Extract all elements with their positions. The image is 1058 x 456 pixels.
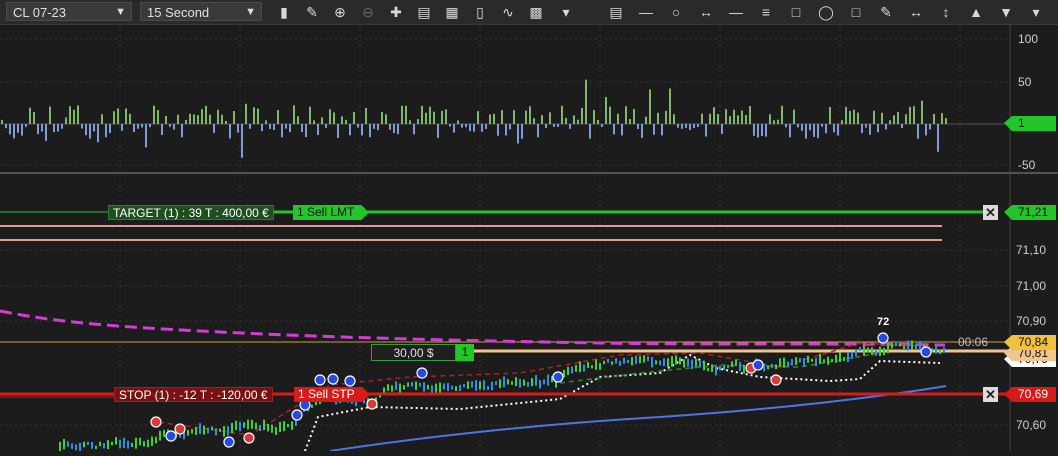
buy-signal-marker	[552, 371, 564, 383]
buy-signal-marker	[314, 374, 326, 386]
indicator-value: 1	[1018, 116, 1025, 130]
buy-signal-marker	[327, 373, 339, 385]
sell-signal-marker	[174, 423, 186, 435]
instrument-label: CL 07-23	[13, 5, 66, 20]
indicator-value-marker	[1004, 116, 1056, 131]
close-stop-order-button[interactable]: ✕	[983, 387, 998, 402]
text-lines-icon[interactable]: ≡	[756, 3, 776, 21]
buy-signal-marker	[416, 367, 428, 379]
ruler-icon[interactable]: ▤	[606, 3, 626, 21]
swing-label: 72	[877, 316, 889, 328]
indicator-tick: 50	[1018, 75, 1032, 89]
circle-icon[interactable]: ○	[666, 3, 686, 21]
strategies-icon[interactable]: ▩	[526, 3, 546, 21]
buy-signal-marker	[752, 359, 764, 371]
sell-signal-marker	[770, 374, 782, 386]
buy-signal-marker	[877, 332, 889, 344]
price-tick: 71,00	[1016, 279, 1046, 293]
line-arrows-icon[interactable]: ↔	[906, 3, 926, 21]
vertical-arrows-icon[interactable]: ↕	[936, 3, 956, 21]
stop-price: 70,69	[1018, 387, 1048, 401]
position-pnl[interactable]: 30,00 $	[371, 344, 456, 361]
candles-icon[interactable]: ▮	[274, 3, 294, 21]
rectangle-icon[interactable]: □	[786, 3, 806, 21]
stop-order-button[interactable]: 1 Sell STP	[294, 387, 370, 402]
arrow-line-icon[interactable]: ↔	[696, 3, 716, 21]
buy-signal-marker	[291, 409, 303, 421]
triangle-up-icon[interactable]: ▲	[966, 3, 986, 21]
bar-chart-icon[interactable]: ▯	[470, 3, 490, 21]
price-tick: 71,10	[1016, 243, 1046, 257]
delta-volume-bars	[1, 79, 947, 158]
price-tick: 70,90	[1016, 314, 1046, 328]
data-box-icon[interactable]: ▤	[414, 3, 434, 21]
interval-selector[interactable]: 15 Second ▼	[140, 2, 262, 21]
more-icon[interactable]: ▾	[556, 3, 576, 21]
pencil-icon[interactable]: ✎	[302, 3, 322, 21]
stop-label[interactable]: STOP (1) : -12 T : -120,00 €	[114, 387, 273, 402]
marker-icon[interactable]: ✎	[876, 3, 896, 21]
instrument-selector[interactable]: CL 07-23 ▼	[6, 2, 132, 21]
triangle-down-icon[interactable]: ▼	[996, 3, 1016, 21]
chevron-down-icon: ▼	[115, 6, 126, 18]
target-label[interactable]: TARGET (1) : 39 T : 400,00 €	[108, 205, 274, 220]
rectangle-alt-icon[interactable]: □	[846, 3, 866, 21]
price-tick: 70,60	[1016, 418, 1046, 432]
sell-signal-marker	[366, 398, 378, 410]
bar-countdown: 00:06	[958, 335, 988, 349]
ellipse-icon[interactable]: ◯	[816, 3, 836, 21]
last-price: 70,84	[1018, 335, 1048, 349]
chevron-down-icon: ▼	[245, 6, 256, 18]
indicator-tick: -50	[1018, 158, 1036, 172]
buy-signal-marker	[344, 375, 356, 387]
buy-signal-marker	[165, 430, 177, 442]
more-icon[interactable]: ▾	[1026, 3, 1046, 21]
zoom-out-icon[interactable]: ⊖	[358, 3, 378, 21]
position-quantity[interactable]: 1	[456, 344, 474, 361]
interval-label: 15 Second	[147, 5, 210, 20]
chart-toolbar: CL 07-23 ▼ 15 Second ▼ ▮ ✎ ⊕ ⊖ ✚ ▤ ▦ ▯ ∿…	[0, 0, 1058, 25]
target-price: 71,21	[1018, 205, 1048, 219]
magenta-moving-average	[0, 309, 946, 347]
target-order-button[interactable]: 1 Sell LMT	[293, 205, 369, 220]
sell-signal-marker	[243, 432, 255, 444]
indicators-icon[interactable]: ∿	[498, 3, 518, 21]
chart-area[interactable]: 100 50 -50 1 72 71,10 71,00 70,90 70,60 …	[0, 25, 1058, 454]
close-target-order-button[interactable]: ✕	[983, 205, 998, 220]
sell-signal-marker	[150, 416, 162, 428]
crosshair-icon[interactable]: ✚	[386, 3, 406, 21]
indicator-tick: 100	[1018, 32, 1038, 46]
chart-style-icon[interactable]: ▦	[442, 3, 462, 21]
horizontal-line-icon[interactable]: —	[726, 3, 746, 21]
line-icon[interactable]: —	[636, 3, 656, 21]
zoom-in-icon[interactable]: ⊕	[330, 3, 350, 21]
trailing-stop-line	[304, 353, 941, 452]
blue-moving-average	[329, 385, 947, 452]
buy-signal-marker	[223, 436, 235, 448]
buy-signal-marker	[920, 346, 932, 358]
